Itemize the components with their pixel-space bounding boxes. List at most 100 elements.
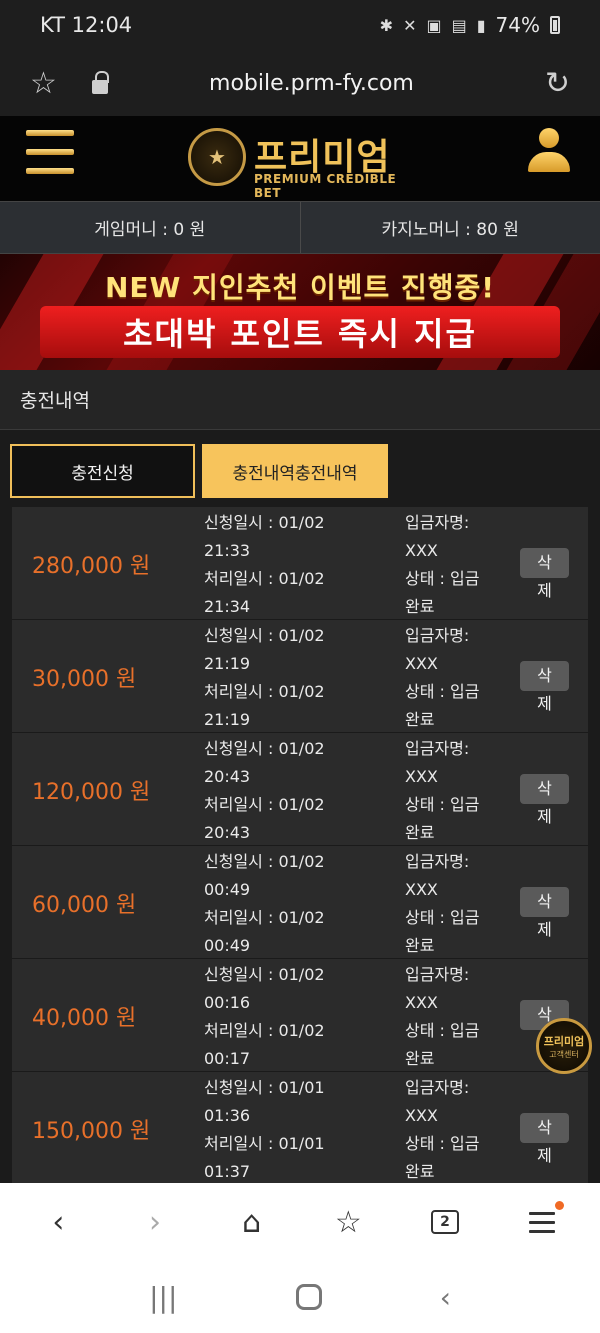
depositor-label: 입금자명: (405, 513, 470, 532)
5g-icon: ▤ (451, 15, 467, 35)
status-value: 완료 (405, 936, 435, 955)
home-icon[interactable]: ⌂ (222, 1197, 282, 1247)
processed-time: 00:49 (204, 936, 251, 955)
depositor-label: 입금자명: (405, 739, 470, 758)
processed-time: 00:17 (204, 1049, 251, 1068)
user-icon[interactable] (526, 128, 572, 174)
charge-amount: 120,000 원 (32, 779, 151, 805)
battery-percent: 74% (495, 13, 540, 37)
processed-time: 21:19 (204, 710, 251, 729)
deposit-info: 입금자명: XXX 상태 : 입금 완료 (405, 507, 515, 621)
status-label: 상태 : 입금 (405, 795, 480, 814)
casino-money: 카지노머니 : 80 원 (381, 220, 519, 240)
depositor-label: 입금자명: (405, 852, 470, 871)
delete-button[interactable]: 삭 제 (520, 1113, 569, 1165)
list-item: 60,000 원 신청일시 : 01/02 00:49 처리일시 : 01/02… (12, 846, 588, 959)
status-value: 완료 (405, 597, 435, 616)
tabs-button[interactable]: 2 (415, 1197, 475, 1247)
request-date: 신청일시 : 01/02 (204, 852, 325, 871)
recent-apps-icon[interactable]: ||| (149, 1281, 177, 1314)
hamburger-menu-icon[interactable] (26, 130, 74, 174)
system-back-icon[interactable]: ‹ (440, 1281, 451, 1314)
delete-label-1: 삭 (537, 666, 552, 685)
tab-charge-request[interactable]: 충전신청 (10, 444, 195, 498)
tab-charge-history[interactable]: 충전내역충전내역 (202, 444, 388, 498)
promo-banner[interactable]: NEW 지인추천 이벤트 진행중! 초대박 포인트 즉시 지급 (0, 254, 600, 370)
date-info: 신청일시 : 01/02 00:16 처리일시 : 01/02 00:17 (204, 959, 394, 1073)
depositor-name: XXX (405, 541, 438, 560)
system-nav-bar: ||| ‹ (0, 1261, 600, 1333)
mute-icon: ✕ (403, 15, 417, 35)
list-item: 280,000 원 신청일시 : 01/02 21:33 처리일시 : 01/0… (12, 507, 588, 620)
request-date: 신청일시 : 01/02 (204, 739, 325, 758)
request-time: 21:19 (204, 654, 251, 673)
banner-highlight-box: 초대박 포인트 즉시 지급 (40, 306, 560, 358)
depositor-name: XXX (405, 654, 438, 673)
processed-date: 처리일시 : 01/02 (204, 795, 325, 814)
list-item: 30,000 원 신청일시 : 01/02 21:19 처리일시 : 01/02… (12, 620, 588, 733)
depositor-name: XXX (405, 993, 438, 1012)
charge-history-list: 280,000 원 신청일시 : 01/02 21:33 처리일시 : 01/0… (12, 507, 588, 1183)
delete-label-2: 제 (537, 694, 552, 713)
browser-toolbar: ‹ › ⌂ ☆ 2 (0, 1183, 600, 1261)
reload-icon[interactable]: ↻ (545, 66, 570, 101)
list-item: 120,000 원 신청일시 : 01/02 20:43 처리일시 : 01/0… (12, 733, 588, 846)
url-text[interactable]: mobile.prm-fy.com (108, 71, 515, 96)
delete-label-2: 제 (537, 1146, 552, 1165)
request-date: 신청일시 : 01/02 (204, 513, 325, 532)
browser-menu-icon[interactable] (512, 1197, 572, 1247)
customer-center-badge[interactable]: 프리미엄 고객센터 (536, 1018, 592, 1074)
date-info: 신청일시 : 01/02 21:19 처리일시 : 01/02 21:19 (204, 620, 394, 734)
tab-count: 2 (430, 1210, 459, 1234)
battery-icon (550, 16, 560, 34)
delete-button[interactable]: 삭 제 (520, 661, 569, 713)
charge-amount: 150,000 원 (32, 1118, 151, 1144)
deposit-info: 입금자명: XXX 상태 : 입금 완료 (405, 846, 515, 960)
delete-label-1: 삭 (537, 1118, 552, 1137)
lock-icon[interactable] (92, 71, 109, 94)
site-logo[interactable]: ★ 프리미엄 PREMIUM CREDIBLE BET (188, 126, 418, 200)
page-title: 충전내역 (0, 370, 600, 430)
processed-date: 처리일시 : 01/02 (204, 1021, 325, 1040)
depositor-label: 입금자명: (405, 1078, 470, 1097)
banner-subheadline: 초대박 포인트 즉시 지급 (123, 315, 477, 353)
bookmark-star-icon[interactable]: ☆ (30, 66, 70, 101)
depositor-label: 입금자명: (405, 626, 470, 645)
status-label: 상태 : 입금 (405, 908, 480, 927)
processed-date: 처리일시 : 01/01 (204, 1134, 325, 1153)
status-bar: KT 12:04 ✱ ✕ ▣ ▤ ▮ 74% (0, 0, 600, 50)
laurel-emblem-icon: ★ (188, 128, 246, 186)
date-info: 신청일시 : 01/02 00:49 처리일시 : 01/02 00:49 (204, 846, 394, 960)
notification-dot (554, 1201, 564, 1210)
delete-label-1: 삭 (537, 892, 552, 911)
home-button-icon[interactable] (295, 1284, 322, 1310)
deposit-info: 입금자명: XXX 상태 : 입금 완료 (405, 620, 515, 734)
carrier-time: KT 12:04 (40, 13, 133, 37)
delete-button[interactable]: 삭 제 (520, 548, 569, 600)
request-time: 00:16 (204, 993, 251, 1012)
deposit-info: 입금자명: XXX 상태 : 입금 완료 (405, 733, 515, 847)
bookmarks-star-icon[interactable]: ☆ (318, 1197, 378, 1247)
processed-date: 처리일시 : 01/02 (204, 908, 325, 927)
badge-title: 프리미엄 (543, 1034, 585, 1048)
delete-button[interactable]: 삭 제 (520, 774, 569, 826)
logo-subtitle: PREMIUM CREDIBLE BET (254, 172, 397, 200)
bluetooth-icon: ✱ (379, 15, 394, 35)
delete-button[interactable]: 삭 제 (520, 887, 569, 939)
back-icon[interactable]: ‹ (28, 1197, 88, 1247)
processed-date: 처리일시 : 01/02 (204, 682, 325, 701)
request-date: 신청일시 : 01/02 (204, 626, 325, 645)
status-label: 상태 : 입금 (405, 682, 480, 701)
address-bar: ☆ mobile.prm-fy.com ↻ (0, 50, 600, 116)
request-date: 신청일시 : 01/01 (204, 1078, 325, 1097)
delete-label-2: 제 (537, 920, 552, 939)
charge-amount: 280,000 원 (32, 553, 151, 579)
status-icons: ✱ ✕ ▣ ▤ ▮ 74% (380, 13, 560, 37)
forward-icon[interactable]: › (125, 1197, 185, 1247)
processed-time: 01:37 (204, 1162, 251, 1181)
balance-row: 게임머니 : 0 원 카지노머니 : 80 원 (0, 202, 600, 254)
status-value: 완료 (405, 710, 435, 729)
request-time: 21:33 (204, 541, 251, 560)
deposit-info: 입금자명: XXX 상태 : 입금 완료 (405, 959, 515, 1073)
deposit-info: 입금자명: XXX 상태 : 입금 완료 (405, 1072, 515, 1183)
